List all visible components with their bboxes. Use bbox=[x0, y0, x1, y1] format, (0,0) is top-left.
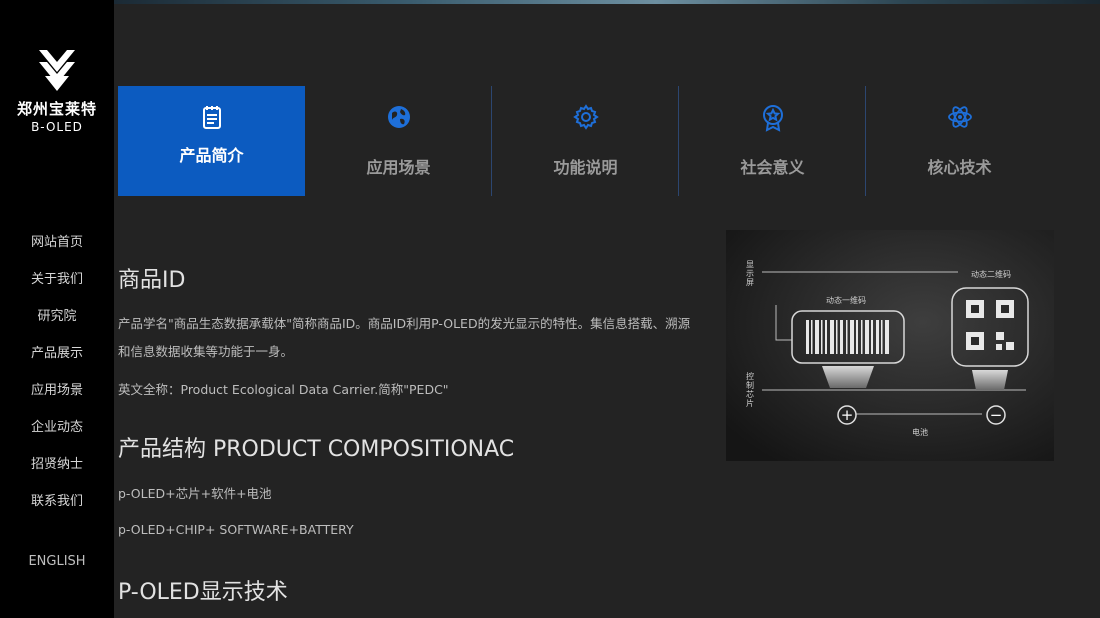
battery-minus: − bbox=[990, 406, 1003, 424]
tab-social-significance[interactable]: 社会意义 bbox=[679, 86, 866, 196]
brand-name-cn: 郑州宝莱特 bbox=[16, 100, 97, 118]
nav-item-home[interactable]: 网站首页 bbox=[0, 233, 114, 270]
sidebar: 郑州宝莱特 B-OLED 网站首页 关于我们 研究院 产品展示 应用场景 企业动… bbox=[0, 0, 114, 618]
atom-icon bbox=[866, 104, 1053, 134]
battery-plus: + bbox=[841, 406, 854, 424]
tab-core-technology[interactable]: 核心技术 bbox=[866, 86, 1053, 196]
chevron-logo-icon bbox=[39, 50, 75, 91]
badge-icon bbox=[679, 104, 866, 136]
nav-item-careers[interactable]: 招贤纳士 bbox=[0, 455, 114, 492]
tab-label: 社会意义 bbox=[740, 158, 805, 177]
label-chip: 控制芯片 bbox=[746, 372, 754, 408]
label-qrcode: 动态二维码 bbox=[971, 270, 1011, 279]
article-paragraph-line-1: 产品学名"商品生态数据承载体"简称商品ID。商品ID利用P-OLED的发光显示的… bbox=[118, 316, 691, 331]
product-tabs: 产品简介 应用场景 功能说明 社会意义 核心技术 bbox=[118, 86, 1053, 196]
tab-label: 功能说明 bbox=[553, 158, 618, 177]
tab-label: 产品简介 bbox=[179, 146, 244, 165]
language-switch-english[interactable]: ENGLISH bbox=[0, 554, 114, 569]
section-title-composition: 产品结构 PRODUCT COMPOSITIONAC bbox=[118, 437, 515, 462]
document-icon bbox=[118, 104, 305, 134]
main-nav: 网站首页 关于我们 研究院 产品展示 应用场景 企业动态 招贤纳士 联系我们 bbox=[0, 233, 114, 529]
nav-item-institute[interactable]: 研究院 bbox=[0, 307, 114, 344]
tab-label: 应用场景 bbox=[366, 158, 431, 177]
label-screen: 显示屏 bbox=[746, 260, 754, 287]
nav-item-about[interactable]: 关于我们 bbox=[0, 270, 114, 307]
nav-item-scenarios[interactable]: 应用场景 bbox=[0, 381, 114, 418]
nav-item-products[interactable]: 产品展示 bbox=[0, 344, 114, 381]
tab-application-scenarios[interactable]: 应用场景 bbox=[305, 86, 492, 196]
top-banner-strip bbox=[114, 0, 1100, 4]
section-title-poled: P-OLED显示技术 bbox=[118, 580, 288, 605]
nav-item-news[interactable]: 企业动态 bbox=[0, 418, 114, 455]
globe-icon bbox=[305, 104, 492, 134]
composition-cn: p-OLED+芯片+软件+电池 bbox=[118, 486, 272, 501]
english-full-name: 英文全称：Product Ecological Data Carrier.简称"… bbox=[118, 382, 449, 397]
label-barcode: 动态一维码 bbox=[826, 296, 866, 305]
tab-label: 核心技术 bbox=[927, 158, 992, 177]
article-paragraph-line-2: 和信息数据收集等功能于一身。 bbox=[118, 344, 294, 359]
label-battery: 电池 bbox=[912, 428, 928, 437]
article-title: 商品ID bbox=[118, 268, 186, 293]
gear-icon bbox=[492, 104, 679, 134]
nav-item-contact[interactable]: 联系我们 bbox=[0, 492, 114, 529]
brand-logo[interactable]: 郑州宝莱特 B-OLED bbox=[0, 46, 114, 134]
composition-en: p-OLED+CHIP+ SOFTWARE+BATTERY bbox=[118, 522, 354, 537]
tab-product-intro[interactable]: 产品简介 bbox=[118, 86, 305, 196]
brand-name-en: B-OLED bbox=[31, 120, 83, 134]
tab-function-description[interactable]: 功能说明 bbox=[492, 86, 679, 196]
product-diagram: + − 显示屏 控制芯片 动态一维码 动态二维码 电池 bbox=[726, 230, 1054, 461]
